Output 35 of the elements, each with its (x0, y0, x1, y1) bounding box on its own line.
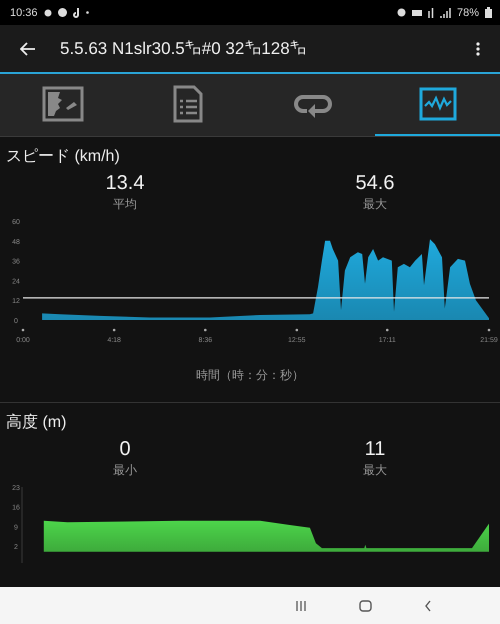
stat-value: 0 (119, 437, 131, 462)
home-icon[interactable] (359, 600, 372, 612)
battery-icon (485, 7, 492, 18)
more-notifications-icon (86, 11, 89, 14)
cast-icon (412, 10, 422, 16)
map-icon (42, 86, 84, 122)
stat-label: 最大 (363, 196, 387, 212)
back-icon[interactable] (20, 42, 36, 56)
x-tick-mark (488, 328, 490, 332)
back-nav-icon[interactable] (424, 600, 432, 612)
stat-value: 11 (364, 437, 386, 462)
activity-title: 5.5.63 N1slr30.5㌔#0 32㌔128㌔ (60, 38, 308, 58)
activity-graph-icon (418, 87, 456, 121)
x-axis-title: 時間（時：分：秒） (195, 367, 305, 384)
section-title: スピード (km/h) (5, 147, 121, 167)
status-time: 10:36 (10, 6, 38, 18)
stat-value: 13.4 (106, 171, 144, 196)
alarm-icon (396, 8, 406, 17)
music-note-icon (72, 8, 80, 18)
stat-label: 最小 (113, 462, 137, 478)
x-tick-mark (112, 328, 116, 332)
signal-icon (440, 8, 451, 18)
section-title: 高度 (m) (5, 412, 68, 433)
stat-value: 54.6 (356, 171, 394, 196)
stat-label: 平均 (113, 196, 137, 212)
more-options-icon[interactable] (476, 42, 480, 56)
x-tick-mark (386, 328, 389, 332)
x-tick-mark (204, 328, 207, 332)
document-icon (172, 85, 202, 123)
x-tick-mark (22, 328, 24, 332)
recent-apps-icon[interactable] (295, 600, 307, 612)
data-icon (428, 8, 434, 18)
x-tick-mark (296, 328, 298, 332)
battery-percent: 78% (456, 6, 479, 18)
stat-label: 最大 (363, 462, 387, 478)
